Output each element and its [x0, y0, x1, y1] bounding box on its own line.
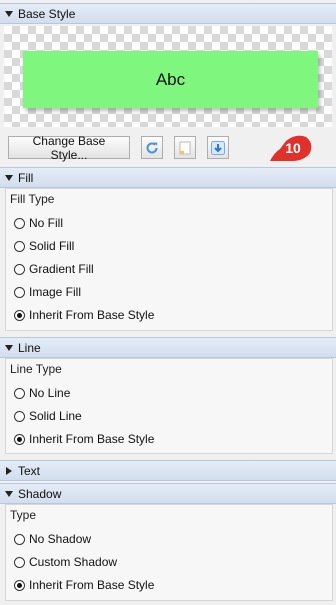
line-option-no-line[interactable]: No Line — [14, 385, 70, 401]
step-badge: 10 — [270, 135, 312, 161]
collapse-icon — [0, 10, 18, 17]
text-title: Text — [18, 463, 41, 478]
base-style-header[interactable]: Base Style — [0, 3, 336, 24]
document-icon — [179, 141, 191, 154]
fill-option-no-fill[interactable]: No Fill — [14, 215, 63, 231]
option-label: Custom Shadow — [29, 555, 118, 569]
option-label: Inherit From Base Style — [29, 578, 155, 592]
collapse-icon — [0, 490, 18, 497]
fill-header[interactable]: Fill — [0, 167, 336, 188]
radio-button-selected[interactable] — [14, 309, 25, 321]
shadow-type-label: Type — [10, 508, 37, 522]
text-header[interactable]: Text — [0, 460, 336, 481]
radio-button[interactable] — [14, 240, 25, 252]
option-label: No Shadow — [29, 532, 92, 546]
fill-option-image-fill[interactable]: Image Fill — [14, 284, 81, 300]
fill-option-inherit[interactable]: Inherit From Base Style — [14, 307, 154, 323]
shadow-header[interactable]: Shadow — [0, 483, 336, 504]
line-option-solid-line[interactable]: Solid Line — [14, 408, 82, 424]
option-label: Inherit From Base Style — [29, 308, 155, 322]
radio-button[interactable] — [14, 217, 25, 229]
radio-button[interactable] — [14, 263, 25, 275]
base-style-title: Base Style — [18, 6, 76, 21]
line-title: Line — [18, 340, 41, 355]
refresh-button[interactable] — [141, 136, 163, 159]
radio-button[interactable] — [14, 286, 25, 298]
radio-button[interactable] — [14, 410, 25, 422]
shadow-option-no-shadow[interactable]: No Shadow — [14, 531, 91, 547]
shadow-title: Shadow — [18, 486, 62, 501]
style-preview: Abc — [4, 26, 332, 127]
option-label: Solid Line — [29, 409, 82, 423]
expand-icon — [0, 466, 18, 475]
radio-button[interactable] — [14, 556, 25, 568]
shadow-option-inherit[interactable]: Inherit From Base Style — [14, 577, 154, 593]
copy-style-button[interactable] — [174, 136, 196, 159]
fill-title: Fill — [18, 170, 34, 185]
radio-button-selected[interactable] — [14, 433, 25, 445]
radio-button[interactable] — [14, 533, 25, 545]
shadow-option-custom-shadow[interactable]: Custom Shadow — [14, 554, 117, 570]
preview-shape: Abc — [23, 51, 318, 108]
fill-option-gradient-fill[interactable]: Gradient Fill — [14, 261, 94, 277]
radio-button[interactable] — [14, 387, 25, 399]
badge-number: 10 — [285, 140, 301, 156]
collapse-icon — [0, 344, 18, 351]
option-label: Image Fill — [29, 285, 82, 299]
collapse-icon — [0, 174, 18, 181]
line-option-inherit[interactable]: Inherit From Base Style — [14, 431, 154, 447]
refresh-icon — [146, 141, 158, 153]
radio-button-selected[interactable] — [14, 579, 25, 591]
download-button[interactable] — [207, 136, 229, 159]
download-icon — [211, 140, 225, 155]
fill-option-solid-fill[interactable]: Solid Fill — [14, 238, 74, 254]
line-type-label: Line Type — [10, 362, 62, 376]
line-header[interactable]: Line — [0, 337, 336, 358]
option-label: Inherit From Base Style — [29, 432, 155, 446]
option-label: No Line — [29, 386, 71, 400]
option-label: No Fill — [29, 216, 64, 230]
option-label: Gradient Fill — [29, 262, 94, 276]
change-base-style-button[interactable]: Change Base Style... — [8, 134, 130, 162]
option-label: Solid Fill — [29, 239, 75, 253]
fill-type-label: Fill Type — [10, 192, 55, 206]
